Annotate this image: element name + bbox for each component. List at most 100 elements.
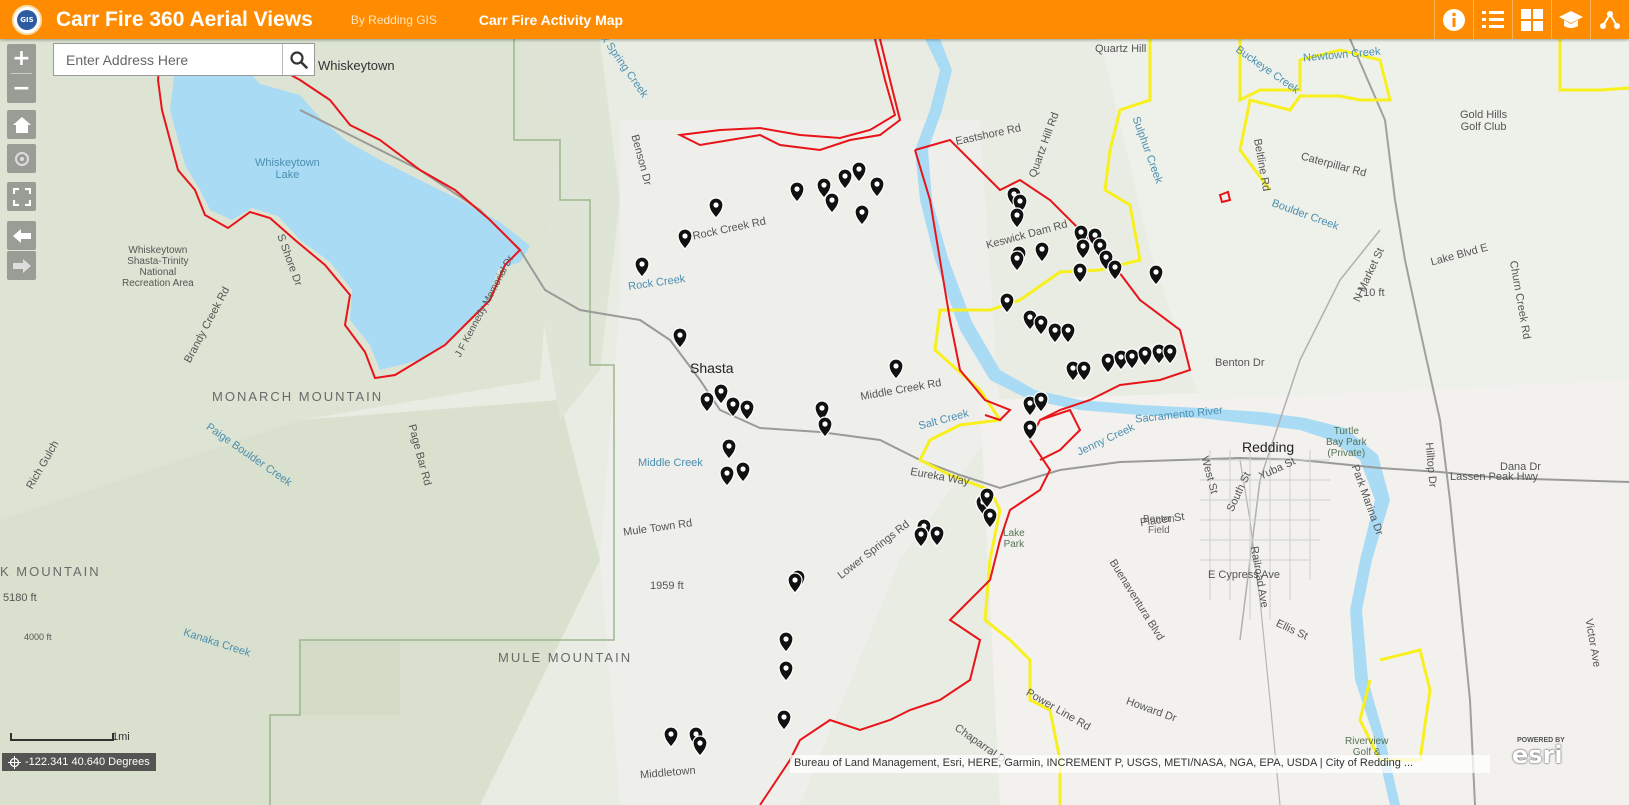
photo-marker-dot	[1129, 353, 1135, 359]
photo-marker-dot	[1065, 327, 1071, 333]
share-icon	[1600, 10, 1620, 29]
app-title: Carr Fire 360 Aerial Views	[56, 7, 313, 31]
byline: By Redding GIS	[350, 12, 437, 27]
legend-list-icon	[1482, 10, 1504, 28]
photo-marker-dot	[718, 388, 724, 394]
fullscreen-button[interactable]	[7, 182, 36, 211]
label-middle-creek: Middle Creek	[638, 457, 703, 469]
photo-marker-dot	[918, 531, 924, 537]
photo-marker-dot	[829, 197, 835, 203]
photo-marker-dot	[1070, 365, 1076, 371]
photo-marker-dot	[1004, 297, 1010, 303]
photo-marker-dot	[1027, 400, 1033, 406]
address-search	[53, 43, 315, 76]
label-elevation-710: 710 ft	[1357, 287, 1385, 299]
map-view[interactable]: Whiskeytown Whiskeytown Lake Whiskeytown…	[0, 20, 1629, 805]
crosshair-icon	[8, 755, 21, 769]
photo-marker-dot	[792, 577, 798, 583]
photo-marker-dot	[1153, 269, 1159, 275]
photo-marker-dot	[987, 512, 993, 518]
photo-marker-dot	[1080, 243, 1086, 249]
photo-marker-dot	[1092, 232, 1098, 238]
scale-bar: 1mi	[10, 731, 130, 743]
photo-marker-dot	[1078, 229, 1084, 235]
photo-marker-dot	[668, 731, 674, 737]
header-toolbar	[1434, 0, 1629, 39]
scale-line	[10, 733, 114, 741]
photo-marker-dot	[794, 186, 800, 192]
photo-marker-dot	[744, 404, 750, 410]
label-quartz-hill: Quartz Hill	[1095, 43, 1147, 55]
photo-marker-dot	[1167, 348, 1173, 354]
search-button[interactable]	[282, 44, 314, 75]
label-recreation-area: Whiskeytown Shasta-Trinity National Recr…	[122, 245, 194, 289]
esri-logo[interactable]: POWERED BY esri	[1507, 735, 1565, 771]
photo-marker-dot	[1105, 357, 1111, 363]
label-turtle-bay: Turtle Bay Park (Private)	[1326, 426, 1367, 459]
home-button[interactable]	[7, 110, 36, 139]
label-dana-dr: Dana Dr	[1500, 461, 1541, 473]
info-button[interactable]	[1434, 0, 1473, 39]
label-mule-mountain: MULE MOUNTAIN	[498, 650, 633, 665]
photo-marker-dot	[1039, 246, 1045, 252]
zoom-in-button[interactable]: +	[7, 44, 36, 73]
coordinate-text: -122.341 40.640 Degrees	[25, 756, 150, 768]
label-e-cypress: E Cypress Ave	[1208, 569, 1280, 581]
photo-marker-dot	[1097, 242, 1103, 248]
photo-marker-dot	[1038, 319, 1044, 325]
photo-marker-dot	[856, 166, 862, 172]
coordinate-readout[interactable]: -122.341 40.640 Degrees	[2, 753, 156, 771]
arrow-right-icon	[12, 258, 31, 273]
photo-marker-dot	[822, 421, 828, 427]
photo-marker-dot	[1142, 350, 1148, 356]
photo-marker-dot	[1027, 314, 1033, 320]
logo-text: GIS	[20, 15, 34, 24]
label-whiskeytown-lake: Whiskeytown Lake	[255, 157, 320, 181]
next-extent-button[interactable]	[7, 251, 36, 280]
map-attribution[interactable]: Bureau of Land Management, Esri, HERE, G…	[790, 755, 1490, 773]
arrow-left-icon	[12, 228, 31, 243]
locate-icon	[14, 151, 29, 166]
previous-extent-button[interactable]	[7, 221, 36, 250]
zoom-out-button[interactable]: −	[7, 74, 36, 103]
photo-marker-dot	[697, 740, 703, 746]
label-elevation-5180: 5180 ft	[3, 592, 37, 604]
photo-marker-dot	[1027, 424, 1033, 430]
photo-marker-dot	[1118, 354, 1124, 360]
map-subtitle: Carr Fire Activity Map	[478, 11, 624, 28]
photo-marker-dot	[1156, 348, 1162, 354]
zoom-control: + −	[7, 44, 36, 103]
fullscreen-icon	[12, 187, 31, 206]
photo-marker-dot	[934, 530, 940, 536]
photo-marker-dot	[1014, 255, 1020, 261]
label-lake-park: Lake Park	[1003, 528, 1025, 550]
photo-marker-dot	[1112, 264, 1118, 270]
photo-marker-dot	[893, 363, 899, 369]
legend-button[interactable]	[1473, 0, 1512, 39]
photo-marker-dot	[781, 714, 787, 720]
photo-marker-dot	[1052, 327, 1058, 333]
label-gold-hills: Gold Hills Golf Club	[1460, 109, 1508, 133]
photo-marker-dot	[984, 492, 990, 498]
photo-marker-dot	[821, 182, 827, 188]
city-gis-logo: GIS	[12, 4, 42, 35]
photo-marker-dot	[1103, 254, 1109, 260]
about-button[interactable]	[1551, 0, 1590, 39]
basemap-gallery-button[interactable]	[1512, 0, 1551, 39]
photo-marker-dot	[1077, 267, 1083, 273]
basemap-canvas	[0, 39, 1629, 805]
info-icon	[1443, 8, 1465, 31]
label-monarch-mountain: MONARCH MOUNTAIN	[212, 389, 384, 404]
photo-marker-dot	[819, 405, 825, 411]
photo-marker-dot	[682, 233, 688, 239]
photo-marker-dot	[842, 173, 848, 179]
address-search-input[interactable]	[54, 44, 282, 75]
photo-marker-dot	[726, 443, 732, 449]
photo-marker-dot	[783, 665, 789, 671]
locate-button[interactable]	[7, 144, 36, 173]
photo-marker-dot	[1038, 396, 1044, 402]
label-elevation-4000: 4000 ft	[24, 632, 52, 642]
photo-marker-dot	[783, 636, 789, 642]
label-whiskeytown: Whiskeytown	[318, 58, 395, 73]
share-button[interactable]	[1590, 0, 1629, 39]
